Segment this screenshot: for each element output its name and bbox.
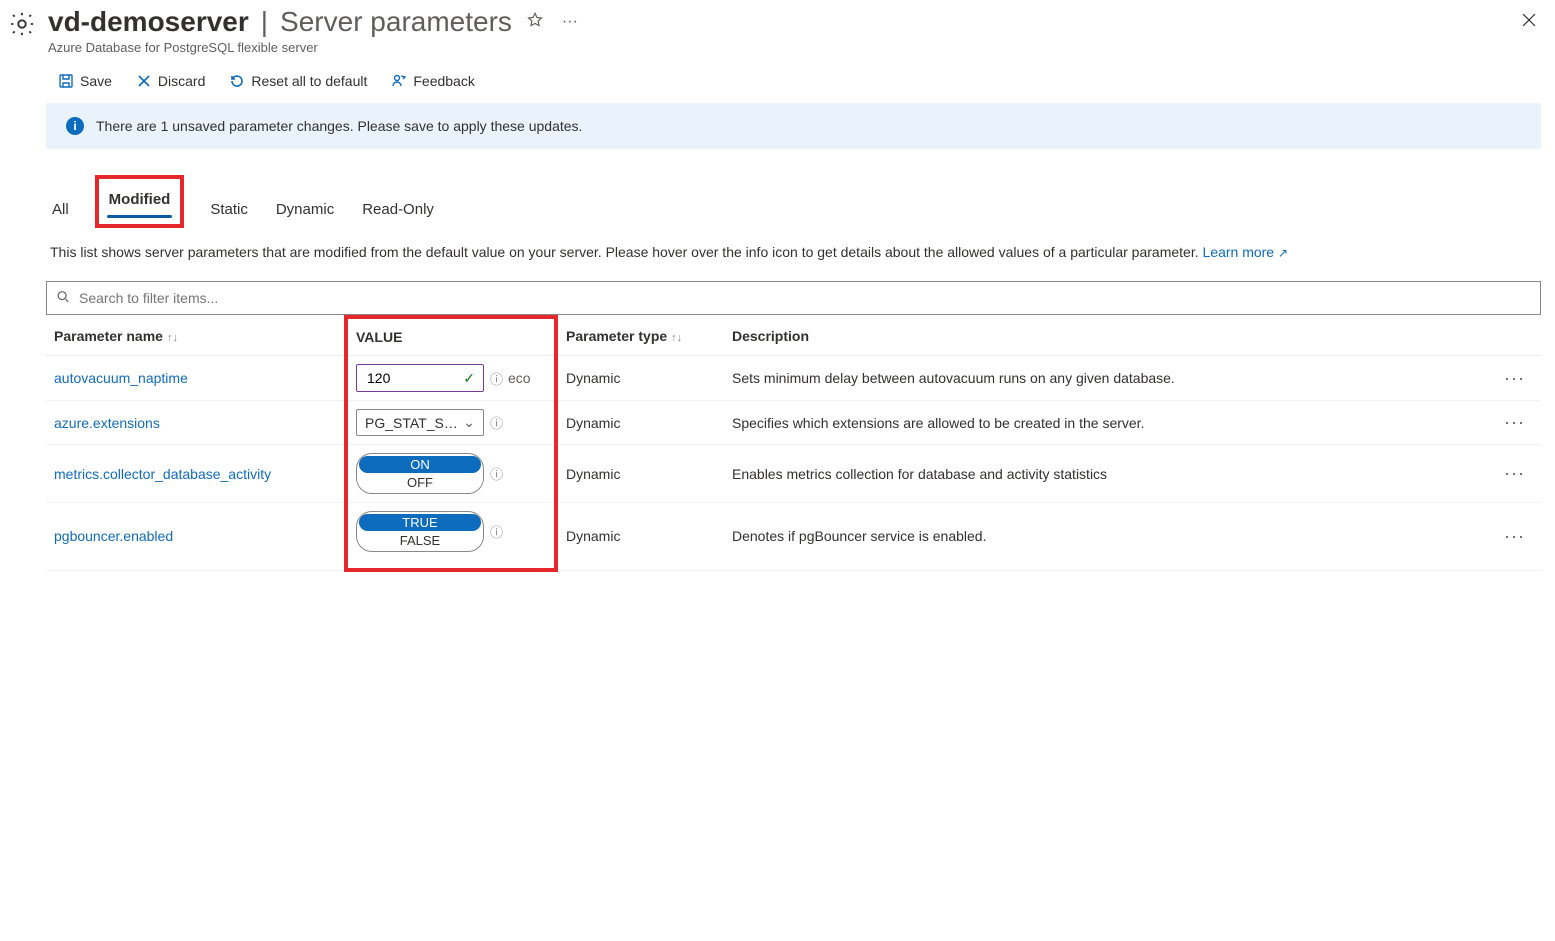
reset-button[interactable]: Reset all to default: [227, 69, 369, 93]
parameter-link[interactable]: pgbouncer.enabled: [54, 528, 173, 544]
close-button[interactable]: [1517, 8, 1541, 37]
tab-modified[interactable]: Modified: [107, 185, 173, 218]
feedback-icon: [391, 73, 407, 89]
parameter-description: Sets minimum delay between autovacuum ru…: [724, 356, 1491, 401]
info-icon[interactable]: ⓘ: [490, 369, 504, 388]
parameter-link[interactable]: metrics.collector_database_activity: [54, 466, 271, 482]
parameter-type: Dynamic: [556, 503, 724, 571]
parameter-description: Specifies which extensions are allowed t…: [724, 401, 1491, 445]
tab-all[interactable]: All: [50, 195, 71, 228]
row-more-button[interactable]: ···: [1491, 503, 1541, 571]
favorite-button[interactable]: [522, 7, 548, 38]
close-icon: [1521, 12, 1537, 28]
value-select[interactable]: PG_STAT_S… ⌄: [356, 409, 484, 436]
info-icon: i: [66, 117, 84, 135]
parameter-link[interactable]: autovacuum_naptime: [54, 370, 188, 386]
discard-button[interactable]: Discard: [134, 69, 207, 93]
tab-dynamic[interactable]: Dynamic: [274, 195, 336, 228]
row-more-button[interactable]: ···: [1491, 401, 1541, 445]
parameter-type: Dynamic: [556, 445, 724, 503]
value-toggle[interactable]: TRUE FALSE: [356, 511, 484, 552]
table-row: azure.extensions PG_STAT_S… ⌄ ⓘ Dynamic …: [46, 401, 1541, 445]
header-more-button[interactable]: ···: [558, 9, 582, 35]
external-link-icon: ↗: [1278, 246, 1288, 260]
parameters-table: Parameter name↑↓ VALUE Parameter type↑↓ …: [46, 315, 1541, 572]
search-icon: [56, 290, 70, 307]
search-input[interactable]: [46, 281, 1541, 315]
col-parameter-type[interactable]: Parameter type↑↓: [556, 317, 724, 356]
check-icon: ✓: [463, 370, 475, 387]
col-value: VALUE: [346, 317, 556, 356]
info-icon[interactable]: ⓘ: [490, 464, 504, 483]
unsaved-alert: i There are 1 unsaved parameter changes.…: [46, 103, 1541, 149]
info-icon[interactable]: ⓘ: [490, 413, 504, 432]
toolbar: Save Discard Reset all to default Feedba…: [8, 55, 1541, 103]
more-icon: ···: [562, 13, 578, 30]
star-icon: [526, 11, 544, 29]
row-more-button[interactable]: ···: [1491, 356, 1541, 401]
table-row: metrics.collector_database_activity ON O…: [46, 445, 1541, 503]
alert-text: There are 1 unsaved parameter changes. P…: [96, 118, 582, 134]
sort-icon: ↑↓: [167, 332, 178, 344]
sort-icon: ↑↓: [671, 332, 682, 344]
value-text-input[interactable]: ✓: [356, 364, 484, 392]
tab-row: All Modified Static Dynamic Read-Only: [46, 169, 1541, 228]
tab-description: This list shows server parameters that a…: [46, 228, 1541, 281]
parameter-type: Dynamic: [556, 356, 724, 401]
info-icon[interactable]: ⓘ: [490, 522, 504, 541]
page-title: Server parameters: [280, 6, 512, 38]
reset-icon: [229, 73, 245, 89]
save-button[interactable]: Save: [56, 69, 114, 93]
server-name: vd-demoserver: [48, 6, 249, 38]
chevron-down-icon: ⌄: [463, 414, 475, 431]
table-row: pgbouncer.enabled TRUE FALSE ⓘ Dynamic D…: [46, 503, 1541, 571]
tab-static[interactable]: Static: [208, 195, 250, 228]
save-icon: [58, 73, 74, 89]
gear-icon: [8, 10, 36, 41]
parameter-description: Denotes if pgBouncer service is enabled.: [724, 503, 1491, 571]
value-toggle[interactable]: ON OFF: [356, 453, 484, 494]
title-separator: |: [261, 6, 268, 38]
feedback-button[interactable]: Feedback: [389, 69, 476, 93]
learn-more-link[interactable]: Learn more ↗: [1203, 244, 1289, 260]
parameter-type: Dynamic: [556, 401, 724, 445]
subtitle: Azure Database for PostgreSQL flexible s…: [48, 40, 1541, 55]
x-icon: [136, 73, 152, 89]
parameter-link[interactable]: azure.extensions: [54, 415, 160, 431]
col-parameter-name[interactable]: Parameter name↑↓: [46, 317, 346, 356]
row-more-button[interactable]: ···: [1491, 445, 1541, 503]
unit-fragment: eco: [508, 370, 531, 386]
tab-readonly[interactable]: Read-Only: [360, 195, 436, 228]
col-description: Description: [724, 317, 1491, 356]
parameter-description: Enables metrics collection for database …: [724, 445, 1491, 503]
table-row: autovacuum_naptime ✓ ⓘ eco Dynamic Sets …: [46, 356, 1541, 401]
